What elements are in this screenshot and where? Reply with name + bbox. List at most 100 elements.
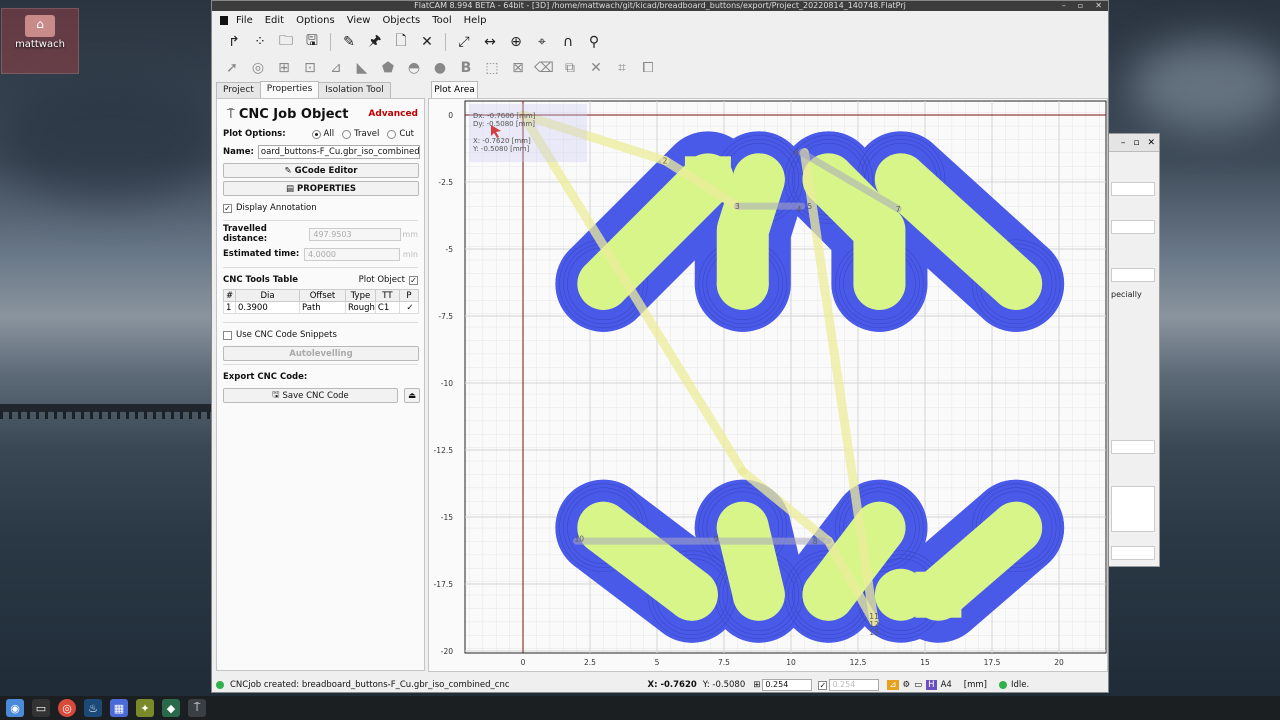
axis-toggle-icon[interactable]: ⊿ <box>887 680 899 690</box>
buffer-icon[interactable]: B <box>456 58 476 78</box>
col-header[interactable]: Offset <box>299 289 346 302</box>
path-icon[interactable]: ⊿ <box>326 58 346 78</box>
distance-icon[interactable]: ↔ <box>480 32 500 52</box>
new-gerber-icon[interactable]: 🖈 <box>365 32 385 52</box>
transform-icon[interactable]: ⧉ <box>560 58 580 78</box>
background-window[interactable]: – ▫ ✕ pecially ng <box>1108 133 1160 567</box>
menu-file[interactable]: File <box>236 15 253 26</box>
use-snippets-row[interactable]: Use CNC Code Snippets <box>221 326 420 344</box>
col-header[interactable]: Type <box>345 289 376 302</box>
close-icon[interactable]: ✕ <box>1147 138 1155 148</box>
bg-field[interactable] <box>1111 268 1155 282</box>
radio-travel[interactable] <box>342 129 352 139</box>
crop-icon[interactable]: ⌗ <box>612 58 632 78</box>
app-icon[interactable]: ▦ <box>110 699 128 717</box>
menu-options[interactable]: Options <box>296 15 335 26</box>
magnet-icon[interactable]: ∩ <box>558 32 578 52</box>
autolevelling-button[interactable]: Autolevelling <box>223 346 419 361</box>
table-cell[interactable]: Path <box>299 301 346 314</box>
desktop-home-folder[interactable]: mattwach <box>1 8 79 74</box>
tab-project[interactable]: Project <box>216 82 261 98</box>
gcode-editor-button[interactable]: ✎ GCode Editor <box>223 163 419 178</box>
settings-icon[interactable]: ⚙ <box>903 680 911 690</box>
review-button[interactable]: ⏏ <box>404 388 420 403</box>
maximize-icon[interactable]: ▫ <box>1133 138 1139 148</box>
steam-icon[interactable]: ♨ <box>84 699 102 717</box>
plot-tool-checkbox[interactable]: ✓ <box>398 301 420 314</box>
semi-disc-icon[interactable]: ◓ <box>404 58 424 78</box>
radio-cut[interactable] <box>387 129 397 139</box>
chrome-icon[interactable]: ◎ <box>58 699 76 717</box>
window-titlebar[interactable]: FlatCAM 8.994 BETA - 64bit - [3D] /home/… <box>212 1 1108 11</box>
delete-shape-icon[interactable]: ✕ <box>586 58 606 78</box>
select-icon[interactable]: ➚ <box>222 58 242 78</box>
menu-help[interactable]: Help <box>464 15 487 26</box>
col-header[interactable]: TT <box>374 289 400 302</box>
locate-icon[interactable]: ⚲ <box>584 32 604 52</box>
region-icon[interactable]: ◣ <box>352 58 372 78</box>
poly-icon[interactable]: ⬟ <box>378 58 398 78</box>
open-gerber-icon[interactable]: ↱ <box>224 32 244 52</box>
grid-y-input[interactable]: 0.254 <box>829 679 880 691</box>
plot-canvas[interactable]: 2 3 4 5 6 7 8 9 10 11 12 13 0 2.5 5 7.5 10 12.5 15 17.5 20 0… <box>428 98 1108 672</box>
hud-icon[interactable]: H <box>926 680 937 690</box>
open-project-icon[interactable]: 🗀 <box>276 32 296 52</box>
zoom-fit-icon[interactable]: ⤢ <box>454 32 474 52</box>
name-input[interactable]: oard_buttons-F_Cu.gbr_iso_combined_cnc <box>257 145 420 159</box>
maximize-icon[interactable]: ▫ <box>1078 1 1083 11</box>
delete-icon[interactable]: ✕ <box>417 32 437 52</box>
disc-icon[interactable]: ● <box>430 58 450 78</box>
bg-field[interactable] <box>1111 546 1155 560</box>
table-cell[interactable]: Rough <box>345 301 376 314</box>
eraser-icon[interactable]: ⌫ <box>534 58 554 78</box>
jump-to-icon[interactable]: ⌖ <box>532 32 552 52</box>
origin-icon[interactable]: ⊕ <box>506 32 526 52</box>
properties-button[interactable]: ▤ PROPERTIES <box>223 181 419 196</box>
bg-window-titlebar[interactable]: – ▫ ✕ <box>1109 134 1159 152</box>
col-header[interactable]: # <box>223 289 236 302</box>
menu-edit[interactable]: Edit <box>265 15 284 26</box>
radio-all[interactable] <box>311 129 321 139</box>
copy-icon[interactable]: ⧠ <box>638 58 658 78</box>
new-document-icon[interactable]: 🗋 <box>391 32 411 52</box>
tab-plot-area[interactable]: Plot Area <box>431 81 478 98</box>
col-header[interactable]: P <box>398 289 420 302</box>
col-header[interactable]: Dia <box>235 289 300 302</box>
close-icon[interactable]: ✕ <box>1095 1 1102 11</box>
units-label[interactable]: [mm] <box>964 680 987 690</box>
flatcam-taskbar-icon[interactable]: ⍑ <box>188 699 206 717</box>
paper-size[interactable]: A4 <box>941 680 952 690</box>
bg-field[interactable] <box>1111 220 1155 234</box>
bg-textarea[interactable] <box>1111 486 1155 532</box>
table-cell[interactable]: C1 <box>374 301 400 314</box>
menu-launcher-icon[interactable]: ◉ <box>6 699 24 717</box>
minimize-icon[interactable]: – <box>1121 138 1126 148</box>
shell-icon[interactable]: ▭ <box>914 680 922 690</box>
plot-object-checkbox[interactable]: ✓ <box>409 275 418 285</box>
table-row[interactable]: 1 0.3900 Path Rough C1 ✓ <box>223 301 420 314</box>
array-icon[interactable]: ⊞ <box>274 58 294 78</box>
menu-objects[interactable]: Objects <box>382 15 420 26</box>
display-annotation-checkbox[interactable]: ✓ <box>223 203 232 213</box>
kicad-icon[interactable]: ✦ <box>136 699 154 717</box>
drill-icon[interactable]: ◎ <box>248 58 268 78</box>
grid-lock-checkbox[interactable]: ✓ <box>818 680 828 690</box>
save-cnc-code-button[interactable]: 🖫 Save CNC Code <box>223 388 399 403</box>
table-cell[interactable]: 0.3900 <box>235 301 300 314</box>
resize-icon[interactable]: ⊡ <box>300 58 320 78</box>
menu-tool[interactable]: Tool <box>432 15 451 26</box>
display-annotation-row[interactable]: ✓ Display Annotation <box>221 199 420 217</box>
mark-area-icon[interactable]: ⊠ <box>508 58 528 78</box>
use-snippets-checkbox[interactable] <box>223 330 232 340</box>
grid-x-input[interactable]: 0.254 <box>762 679 813 691</box>
scale-icon[interactable]: ⬚ <box>482 58 502 78</box>
app-menu-icon[interactable] <box>220 15 228 25</box>
bg-field[interactable] <box>1111 182 1155 196</box>
bg-field[interactable] <box>1111 440 1155 454</box>
tab-properties[interactable]: Properties <box>259 81 320 98</box>
new-geometry-icon[interactable]: ✎ <box>339 32 359 52</box>
terminal-icon[interactable]: ▭ <box>32 699 50 717</box>
minimize-icon[interactable]: – <box>1062 1 1066 11</box>
menu-view[interactable]: View <box>347 15 371 26</box>
save-project-icon[interactable]: 🖫 <box>302 32 322 52</box>
